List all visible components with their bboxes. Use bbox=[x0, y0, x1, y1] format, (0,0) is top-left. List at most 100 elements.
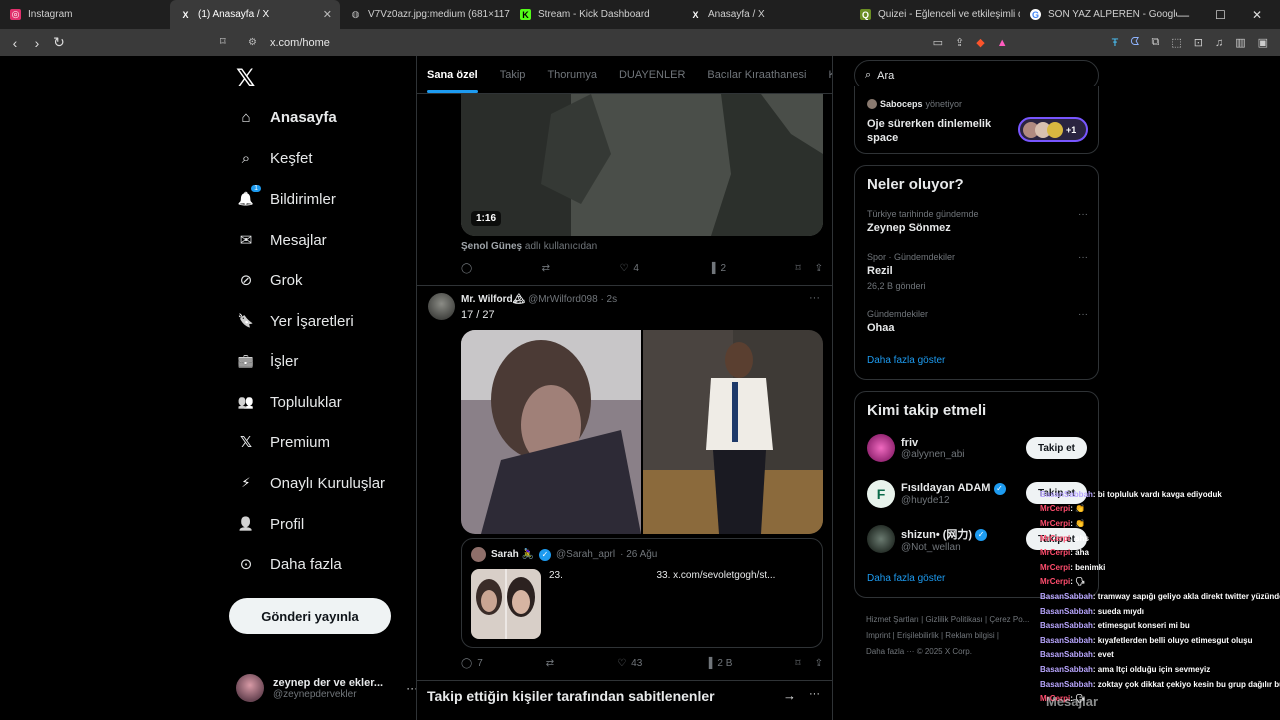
tab-following[interactable]: Takip bbox=[500, 69, 526, 81]
post-button[interactable]: Gönderi yayınla bbox=[229, 598, 391, 634]
sidebar-item-communities[interactable]: 👥 Topluluklar bbox=[236, 392, 342, 412]
brave-shield-icon[interactable]: ◆ bbox=[976, 36, 984, 49]
minimize-icon[interactable]: — bbox=[1177, 8, 1189, 22]
quoted-post[interactable]: Sarah 🚴‍♀️ ✓ @Sarah_aprl · 26 Ağu 23. 33… bbox=[461, 538, 823, 648]
tab-list-duayenler[interactable]: DUAYENLER bbox=[619, 69, 685, 81]
sidebar-item-bookmarks[interactable]: 🔖 Yer İşaretleri bbox=[236, 311, 354, 331]
video-player[interactable]: 1:16 bbox=[461, 94, 823, 236]
sidebar-item-explore[interactable]: ⌕ Keşfet bbox=[236, 148, 313, 168]
sidebar-item-jobs[interactable]: 💼 İşler bbox=[236, 351, 298, 371]
browser-tab-x-home-2[interactable]: X Anasayfa / X bbox=[680, 0, 850, 29]
account-switcher[interactable]: zeynep der ve ekler... @zeynepdervekler … bbox=[236, 674, 418, 702]
reply-button[interactable]: ◯ 7 bbox=[461, 658, 483, 669]
follow-suggestion[interactable]: F Fısıldayan ADAM ✓ @huyde12 bbox=[867, 480, 1006, 508]
sidebar-item-notifications[interactable]: 🔔 1 Bildirimler bbox=[236, 185, 336, 209]
sidebar-item-premium[interactable]: 𝕏 Premium bbox=[236, 432, 330, 452]
more-dots-icon[interactable]: ··· bbox=[809, 688, 820, 700]
reload-icon[interactable]: ↻ bbox=[48, 34, 70, 51]
follow-suggestion[interactable]: shizun• (网力) ✓ @Not_wellan bbox=[867, 525, 988, 553]
trend-item[interactable]: Spor · Gündemdekiler Rezil 26,2 B gönder… bbox=[867, 252, 1088, 291]
like-button[interactable]: ♡ 4 bbox=[619, 263, 639, 274]
cast-icon[interactable]: ▭ bbox=[933, 36, 943, 49]
footer-link[interactable]: Reklam bilgisi bbox=[945, 631, 994, 640]
url-field[interactable]: ⚙ x.com/home bbox=[240, 31, 996, 54]
capture-extension-icon[interactable]: ⊡ bbox=[1194, 36, 1203, 49]
quote-link[interactable]: x.com/sevoletgogh/st... bbox=[673, 570, 775, 581]
share-icon[interactable]: ⇪ bbox=[815, 263, 823, 274]
footer-link[interactable]: Imprint bbox=[866, 631, 890, 640]
trend-item[interactable]: Türkiye tarihinde gündemde Zeynep Sönmez… bbox=[867, 209, 1088, 234]
tab-list-thorumya[interactable]: Thorumya bbox=[547, 69, 597, 81]
trends-show-more[interactable]: Daha fazla göster bbox=[867, 355, 945, 366]
x-logo-icon[interactable]: 𝕏 bbox=[236, 64, 255, 93]
brave-rewards-icon[interactable]: ▲ bbox=[997, 37, 1008, 49]
audio-extension-icon[interactable]: ᗧ bbox=[1130, 36, 1139, 49]
sidebar-item-verified-orgs[interactable]: ⚡ Onaylı Kuruluşlar bbox=[236, 473, 385, 493]
trend-item[interactable]: Gündemdekiler Ohaa ··· bbox=[867, 309, 1088, 334]
repost-button[interactable]: ⇄ bbox=[542, 263, 550, 274]
repost-button[interactable]: ⇄ bbox=[546, 658, 554, 669]
more-dots-icon[interactable]: ··· bbox=[1078, 309, 1088, 320]
follow-button[interactable]: Takip et bbox=[1026, 437, 1087, 459]
follow-suggestion[interactable]: friv @alyynen_abi bbox=[867, 434, 965, 462]
chat-message: BasanSabbah: kıyafetlerden belli oluyo e… bbox=[1040, 633, 1280, 648]
stack-extension-icon[interactable]: ⧉ bbox=[1151, 36, 1159, 49]
bookmark-icon[interactable]: ⌑ bbox=[795, 263, 800, 274]
post-handle[interactable]: @MrWilford098 bbox=[528, 294, 598, 305]
browser-tab-quizei[interactable]: Q Quizei - Eğlenceli ve etkileşimli quiz bbox=[850, 0, 1020, 29]
browser-tab-google[interactable]: G SON YAZ ALPEREN - Google'da Ara bbox=[1020, 0, 1190, 29]
browser-tab-instagram[interactable]: ◎ Instagram bbox=[0, 0, 170, 29]
attribution-name[interactable]: Şenol Güneş bbox=[461, 241, 522, 252]
sidebar-item-more[interactable]: ⊙ Daha fazla bbox=[236, 554, 342, 574]
tab-list-bacilar[interactable]: Bacılar Kıraathanesi bbox=[707, 69, 806, 81]
wallet-icon[interactable]: ▣ bbox=[1258, 36, 1268, 49]
like-button[interactable]: ♡ 43 bbox=[617, 658, 642, 669]
close-window-icon[interactable]: ✕ bbox=[1252, 8, 1262, 22]
avatar[interactable] bbox=[428, 293, 455, 320]
footer-link[interactable]: Çerez Po... bbox=[989, 615, 1029, 624]
footer-more[interactable]: Daha fazla ··· bbox=[866, 647, 914, 656]
back-arrow-icon[interactable]: ‹ bbox=[4, 35, 26, 51]
search-icon: ⌕ bbox=[241, 149, 251, 167]
sidebar-item-home[interactable]: ⌂ Anasayfa bbox=[236, 107, 336, 127]
tab-list-more[interactable]: Ka bbox=[828, 69, 832, 81]
sidebar-item-profile[interactable]: 👤 Profil bbox=[236, 514, 304, 534]
bookmark-page-icon[interactable]: ⌑ bbox=[220, 35, 226, 48]
quote-text-a: 23. bbox=[549, 570, 563, 581]
more-dots-icon[interactable]: ··· bbox=[809, 292, 820, 304]
translate-extension-icon[interactable]: Ŧ bbox=[1112, 37, 1119, 49]
arrow-right-icon[interactable]: → bbox=[783, 688, 796, 703]
browser-tab-image[interactable]: ◍ V7Vz0azr.jpg:medium (681×1173) bbox=[340, 0, 510, 29]
sidebar-toggle-icon[interactable]: ▥ bbox=[1235, 36, 1245, 49]
more-dots-icon[interactable]: ··· bbox=[1078, 209, 1088, 220]
sidebar-item-grok[interactable]: ⊘ Grok bbox=[236, 270, 303, 290]
live-space-card[interactable]: Saboceps yönetiyor Oje sürerken dinlemel… bbox=[854, 86, 1099, 154]
post-author[interactable]: Mr. Wilford🏔 bbox=[461, 294, 525, 305]
media-icon[interactable]: ♫ bbox=[1215, 37, 1223, 49]
who-to-follow-show-more[interactable]: Daha fazla göster bbox=[867, 573, 945, 584]
footer-link[interactable]: Erişilebilirlik bbox=[897, 631, 939, 640]
chat-message: MrCerpi: 🗣 bbox=[1040, 575, 1280, 590]
suggestion-handle: @alyynen_abi bbox=[901, 448, 965, 460]
site-info-icon[interactable]: ⚙ bbox=[248, 37, 257, 48]
views-button[interactable]: ▐ 2 bbox=[708, 263, 726, 274]
bookmark-icon[interactable]: ⌑ bbox=[795, 658, 800, 669]
messages-drawer-title[interactable]: Mesajlar bbox=[1046, 694, 1098, 709]
browser-tab-x-home[interactable]: X (1) Anasayfa / X ✕ bbox=[170, 0, 340, 29]
forward-arrow-icon[interactable]: › bbox=[26, 35, 48, 51]
share-icon[interactable]: ⇪ bbox=[955, 36, 964, 49]
post-photos[interactable] bbox=[461, 330, 823, 534]
puzzle-extension-icon[interactable]: ⬚ bbox=[1171, 36, 1181, 49]
views-button[interactable]: ▐ 2 B bbox=[705, 658, 732, 669]
close-tab-icon[interactable]: ✕ bbox=[323, 8, 332, 21]
footer-link[interactable]: Hizmet Şartları bbox=[866, 615, 919, 624]
footer-link[interactable]: Gizlilik Politikası bbox=[925, 615, 982, 624]
post-time[interactable]: · 2s bbox=[600, 294, 617, 305]
browser-tab-kick[interactable]: K Stream - Kick Dashboard bbox=[510, 0, 680, 29]
sidebar-item-messages[interactable]: ✉ Mesajlar bbox=[236, 230, 327, 250]
more-dots-icon[interactable]: ··· bbox=[1078, 252, 1088, 263]
tab-for-you[interactable]: Sana özel bbox=[427, 69, 478, 93]
share-icon[interactable]: ⇪ bbox=[815, 658, 823, 669]
maximize-icon[interactable]: ☐ bbox=[1215, 8, 1226, 22]
reply-button[interactable]: ◯ bbox=[461, 263, 472, 274]
